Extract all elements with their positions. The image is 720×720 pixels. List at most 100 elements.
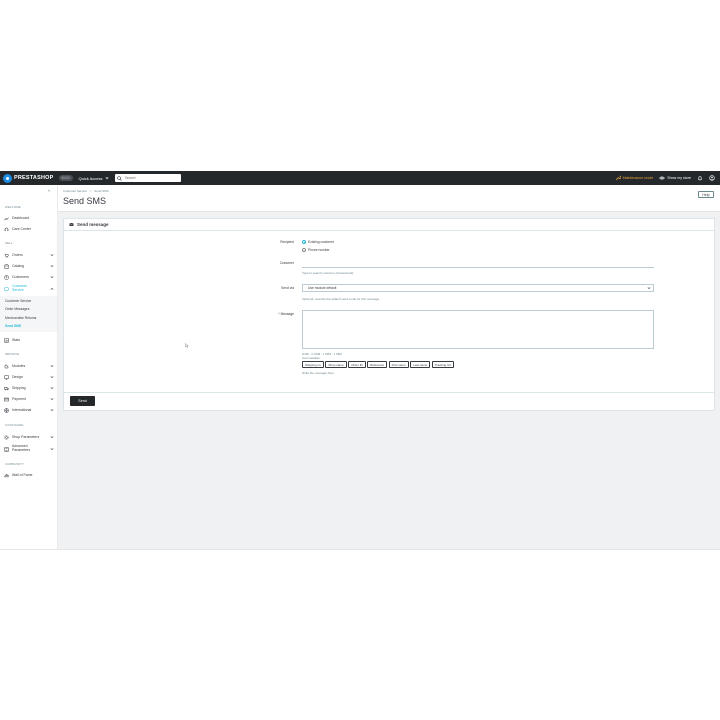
leaderboard-icon: [4, 473, 9, 477]
sidebar-item-label: Advanced Parameters: [12, 444, 31, 452]
sidebar-item-label: Care Center: [12, 227, 32, 231]
send-via-select[interactable]: Use module default: [302, 284, 654, 292]
store-icon: [4, 264, 9, 269]
sidebar-item-label: Shop Parameters: [12, 435, 40, 439]
cart-icon: [4, 253, 9, 258]
recipient-label: Recipient: [280, 240, 294, 244]
maintenance-mode-link[interactable]: Maintenance mode: [615, 175, 653, 181]
headset-icon: [4, 227, 9, 231]
sidebar-item-design[interactable]: Design: [4, 373, 54, 381]
variable-button[interactable]: Shipping no: [302, 361, 324, 368]
sidebar-item-customer-service[interactable]: Customer Service: [4, 284, 54, 294]
sidebar-item-catalog[interactable]: Catalog: [4, 262, 54, 270]
recipient-option-phone[interactable]: Phone number: [302, 248, 330, 252]
envelope-icon: [69, 222, 74, 226]
quick-access-button[interactable]: Quick Access: [79, 176, 109, 181]
sidebar-item-shipping[interactable]: Shipping: [4, 384, 54, 392]
message-textarea[interactable]: [302, 310, 654, 349]
section-community: COMMUNITY: [5, 462, 25, 466]
top-bar: PRESTASHOP 9.0.0 Quick Access Maintenanc…: [0, 171, 720, 185]
subitem-send-sms[interactable]: Send SMS: [5, 324, 21, 328]
chart-icon: [4, 338, 9, 342]
customer-label: Customer: [279, 261, 294, 265]
sidebar-item-payment[interactable]: Payment: [4, 395, 54, 403]
card-header: Send message: [64, 219, 714, 231]
mouse-cursor-icon: [185, 343, 189, 348]
page-header: Customer Service > Send SMS Send SMS Hel…: [58, 185, 720, 212]
sidebar-item-label: International: [12, 408, 32, 412]
wrench-icon: [615, 175, 621, 181]
radio-unchecked[interactable]: [302, 248, 306, 252]
customer-search-input[interactable]: [302, 260, 654, 268]
recipient-option-label: Phone number: [308, 248, 330, 252]
sidebar-item-dashboard[interactable]: Dashboard: [4, 214, 54, 222]
breadcrumb-current: Send SMS: [94, 189, 109, 193]
section-welcome: WELCOME: [5, 205, 21, 209]
send-message-card: Send message Recipient Existing customer…: [63, 218, 715, 411]
sidebar-item-label: Customer Service: [12, 284, 28, 292]
variable-button[interactable]: Tracking Url: [431, 361, 454, 368]
sidebar-item-stats[interactable]: Stats: [4, 336, 54, 344]
logo-text: PRESTASHOP: [14, 175, 54, 181]
chevron-down-icon: [50, 398, 54, 400]
variable-button[interactable]: Reference: [367, 361, 388, 368]
chevron-down-icon: [50, 376, 54, 378]
search-icon[interactable]: [116, 175, 122, 181]
chevron-down-icon: [50, 365, 54, 367]
variable-button[interactable]: Shop name: [325, 361, 347, 368]
recipient-option-existing[interactable]: Existing customer: [302, 240, 334, 244]
section-sell: SELL: [5, 241, 13, 245]
logo[interactable]: PRESTASHOP: [3, 173, 54, 183]
send-via-value: Use module default: [308, 286, 337, 290]
sidebar-item-advanced-parameters[interactable]: Advanced Parameters: [4, 444, 54, 454]
sidebar-item-customers[interactable]: Customers: [4, 273, 54, 281]
section-improve: IMPROVE: [5, 352, 20, 356]
user-icon[interactable]: [709, 175, 715, 181]
sidebar-item-orders[interactable]: Orders: [4, 251, 54, 259]
sidebar-item-shop-parameters[interactable]: Shop Parameters: [4, 433, 54, 441]
sidebar-collapse-icon[interactable]: «: [48, 188, 51, 193]
search-input[interactable]: [124, 176, 180, 180]
sidebar-item-label: Catalog: [12, 264, 25, 268]
sidebar-item-modules[interactable]: Modules: [4, 362, 54, 370]
card-footer: Send: [64, 392, 714, 410]
show-store-label: Show my store: [667, 176, 691, 180]
send-button[interactable]: Send: [70, 396, 95, 406]
truck-icon: [4, 386, 9, 390]
help-button[interactable]: Help: [698, 191, 714, 198]
show-store-link[interactable]: Show my store: [659, 175, 691, 181]
tune-icon: [4, 447, 9, 451]
recipient-option-label: Existing customer: [308, 240, 335, 244]
settings-icon: [4, 434, 9, 440]
breadcrumb-parent[interactable]: Customer Service: [63, 189, 87, 193]
eye-icon: [659, 176, 666, 180]
character-counter: 0/160 · 0 GSM · 1 SMS · 1 SMS: [302, 352, 342, 356]
sidebar-item-international[interactable]: International: [4, 406, 54, 414]
sidebar-item-label: Payment: [12, 397, 26, 401]
insert-variables-label: Insert variables:: [302, 357, 321, 360]
sidebar-item-label: Design: [12, 375, 23, 379]
subitem-customer-service[interactable]: Customer Service: [5, 299, 31, 303]
chevron-down-icon: [50, 265, 54, 267]
radio-checked[interactable]: [302, 240, 306, 244]
variable-button[interactable]: Last name: [410, 361, 431, 368]
variable-button[interactable]: Order ID: [348, 361, 366, 368]
breadcrumb-separator: >: [89, 189, 92, 193]
sidebar-item-care-center[interactable]: Care Center: [4, 225, 54, 233]
card-title: Send message: [77, 222, 109, 227]
desktop-icon: [4, 375, 9, 380]
search-box: [114, 174, 181, 182]
app-bottom-edge: [0, 549, 720, 550]
chevron-down-icon: [647, 287, 651, 289]
section-configure: CONFIGURE: [5, 423, 24, 427]
chevron-down-icon: [50, 436, 54, 438]
bell-icon[interactable]: [697, 175, 703, 181]
subitem-merchandise-returns[interactable]: Merchandise Returns: [5, 316, 36, 320]
topbar-right: Maintenance mode Show my store: [615, 175, 715, 181]
variable-button[interactable]: First name: [388, 361, 409, 368]
chevron-down-icon: [50, 448, 54, 450]
sidebar-item-label: Orders: [12, 253, 23, 257]
subitem-order-messages[interactable]: Order Messages: [5, 307, 29, 311]
sidebar-item-wall-of-fame[interactable]: Wall of Fame: [4, 471, 54, 479]
chevron-down-icon: [50, 387, 54, 389]
